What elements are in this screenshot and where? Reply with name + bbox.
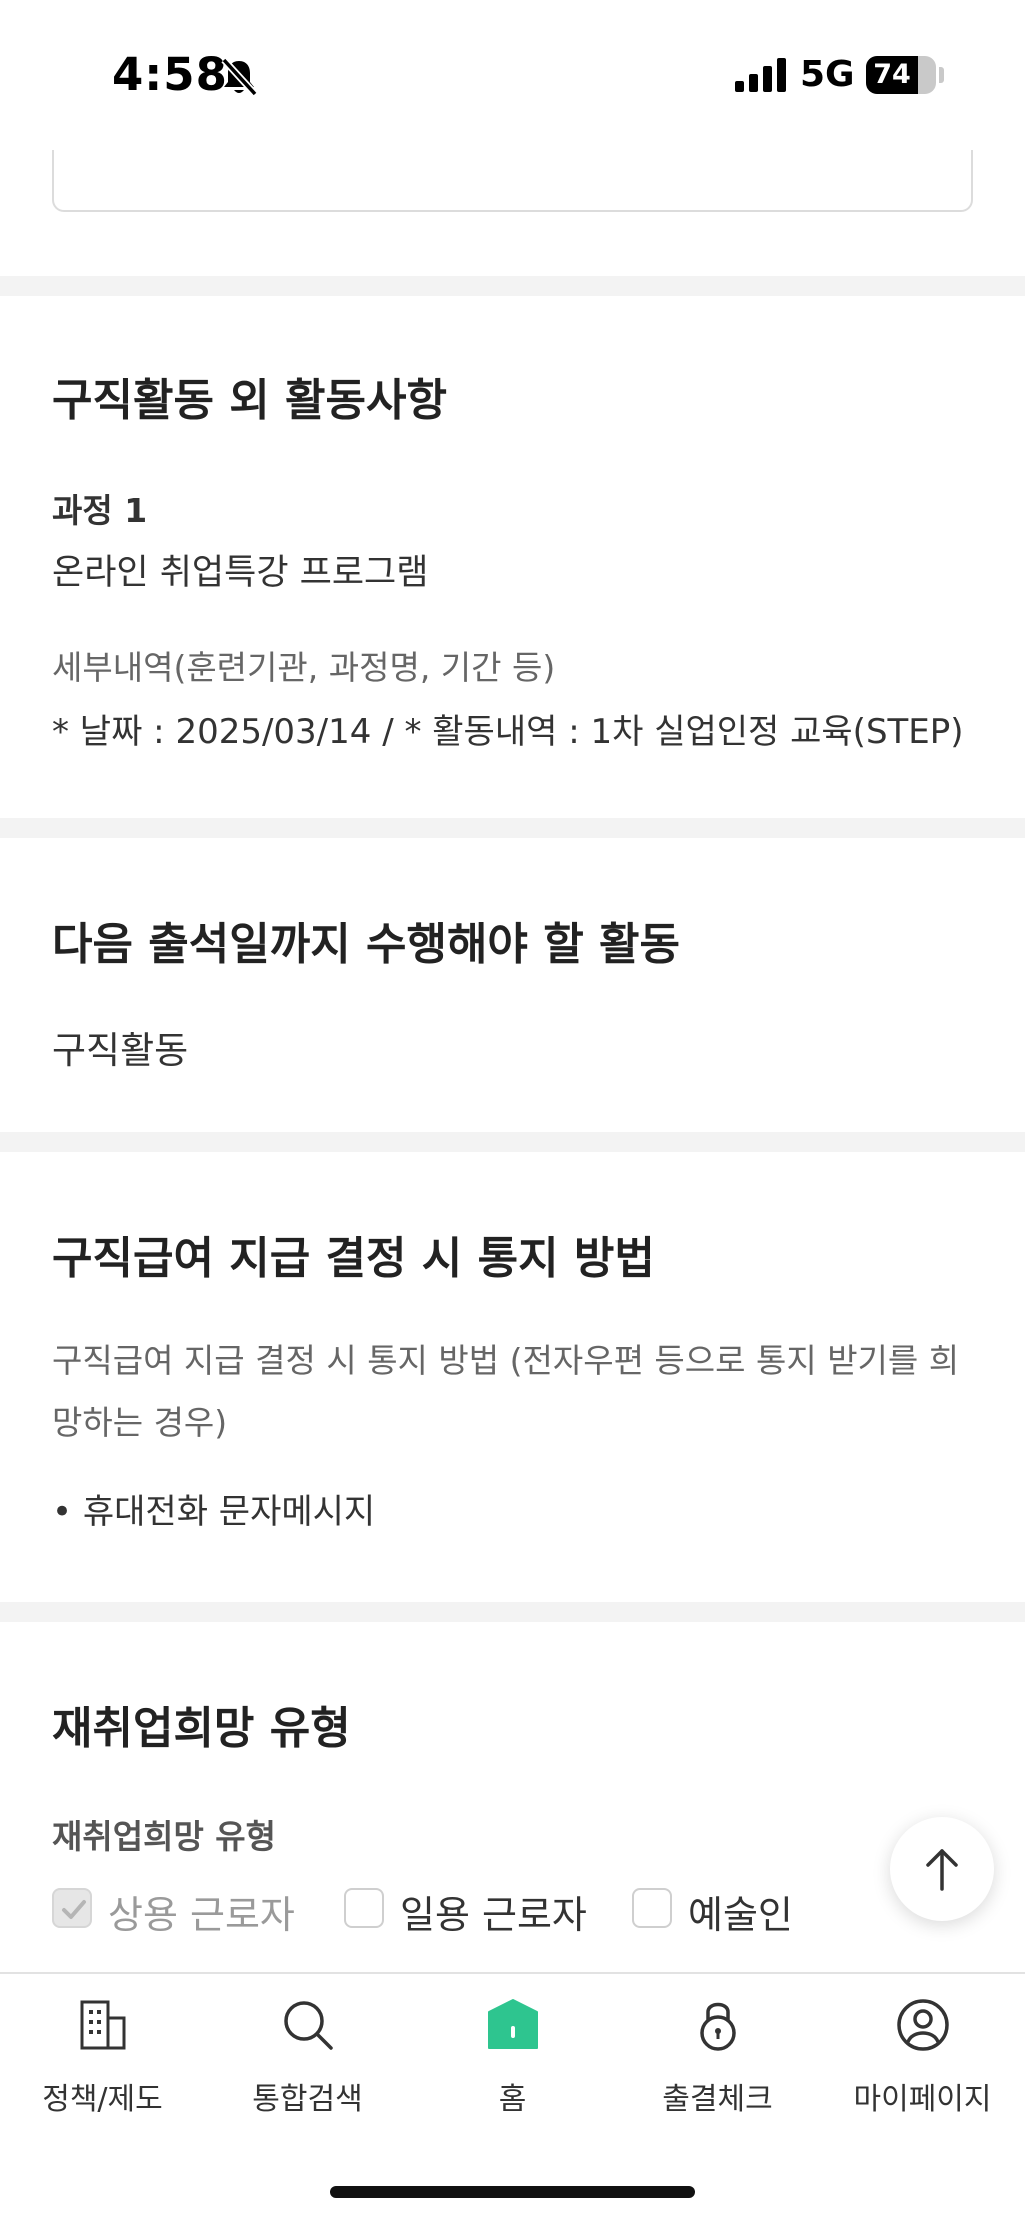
detail-label: 세부내역(훈련기관, 과정명, 기간 등) — [52, 648, 556, 687]
section-divider — [0, 818, 1025, 838]
section-title-notification: 구직급여 지급 결정 시 통지 방법 — [52, 1233, 655, 1284]
home-icon — [488, 1999, 538, 2049]
section-divider — [0, 1132, 1025, 1152]
search-icon — [284, 2001, 333, 2050]
section-title-next-activity: 다음 출석일까지 수행해야 할 활동 — [52, 919, 680, 970]
status-time: 4:58 — [112, 48, 228, 101]
checkbox-label: 예술인 — [688, 1893, 793, 1937]
reemployment-label: 재취업희망 유형 — [52, 1817, 277, 1856]
checkbox-empty-icon — [632, 1888, 672, 1928]
checkbox-label: 상용 근로자 — [108, 1893, 295, 1937]
arrow-up-icon — [926, 1849, 958, 1891]
nav-item-mypage[interactable]: 마이페이지 — [820, 1974, 1025, 2124]
course-name: 온라인 취업특강 프로그램 — [52, 553, 429, 593]
checkbox-daily-worker[interactable]: 일용 근로자 — [344, 1884, 604, 1944]
checkbox-label: 일용 근로자 — [400, 1893, 587, 1937]
next-activity-value: 구직활동 — [52, 1029, 189, 1072]
network-type: 5G — [800, 54, 855, 95]
checkbox-checked-icon — [52, 1888, 92, 1928]
checkbox-regular-worker[interactable]: 상용 근로자 — [52, 1884, 302, 1944]
home-indicator — [330, 2186, 695, 2198]
nav-item-home[interactable]: 홈 — [410, 1974, 615, 2124]
nav-label: 홈 — [498, 2082, 527, 2117]
bell-off-icon — [221, 57, 258, 97]
nav-item-search[interactable]: 통합검색 — [205, 1974, 410, 2124]
checkbox-artist[interactable]: 예술인 — [632, 1884, 832, 1944]
scroll-top-button[interactable] — [890, 1817, 994, 1921]
section-title-other-activities: 구직활동 외 활동사항 — [52, 375, 447, 426]
battery-icon: 74 — [866, 56, 936, 94]
detail-value: * 날짜 : 2025/03/14 / * 활동내역 : 1차 실업인정 교육(… — [52, 712, 964, 752]
nav-label: 정책/제도 — [42, 2082, 163, 2117]
notification-description: 구직급여 지급 결정 시 통지 방법 (전자우편 등으로 통지 받기를 희망하는… — [52, 1341, 960, 1442]
nav-label: 통합검색 — [252, 2082, 363, 2117]
nav-label: 출결체크 — [662, 2082, 773, 2117]
battery-percent: 74 — [873, 59, 911, 90]
signal-icon — [735, 58, 787, 92]
status-bar: 4:58 5G 74 — [0, 0, 1025, 150]
building-icon — [80, 2000, 126, 2050]
section-divider — [0, 276, 1025, 296]
section-divider — [0, 1602, 1025, 1622]
battery-tip — [939, 67, 944, 83]
nav-item-attendance[interactable]: 출결체크 — [615, 1974, 820, 2124]
user-icon — [897, 1999, 949, 2051]
lock-icon — [700, 2002, 736, 2051]
course-label: 과정 1 — [52, 491, 148, 530]
section-title-reemployment: 재취업희망 유형 — [52, 1703, 351, 1754]
checkbox-empty-icon — [344, 1888, 384, 1928]
page: 4:58 5G 74 구직활동 외 활동사항 과정 1 온라인 취업특강 프로그… — [0, 0, 1025, 2222]
nav-item-policy[interactable]: 정책/제도 — [0, 1974, 205, 2124]
notification-method: 휴대전화 문자메시지 — [52, 1484, 375, 1533]
nav-label: 마이페이지 — [853, 2082, 992, 2117]
bottom-nav: 정책/제도 통합검색 홈 출결체크 마이페이지 — [0, 1972, 1025, 2222]
